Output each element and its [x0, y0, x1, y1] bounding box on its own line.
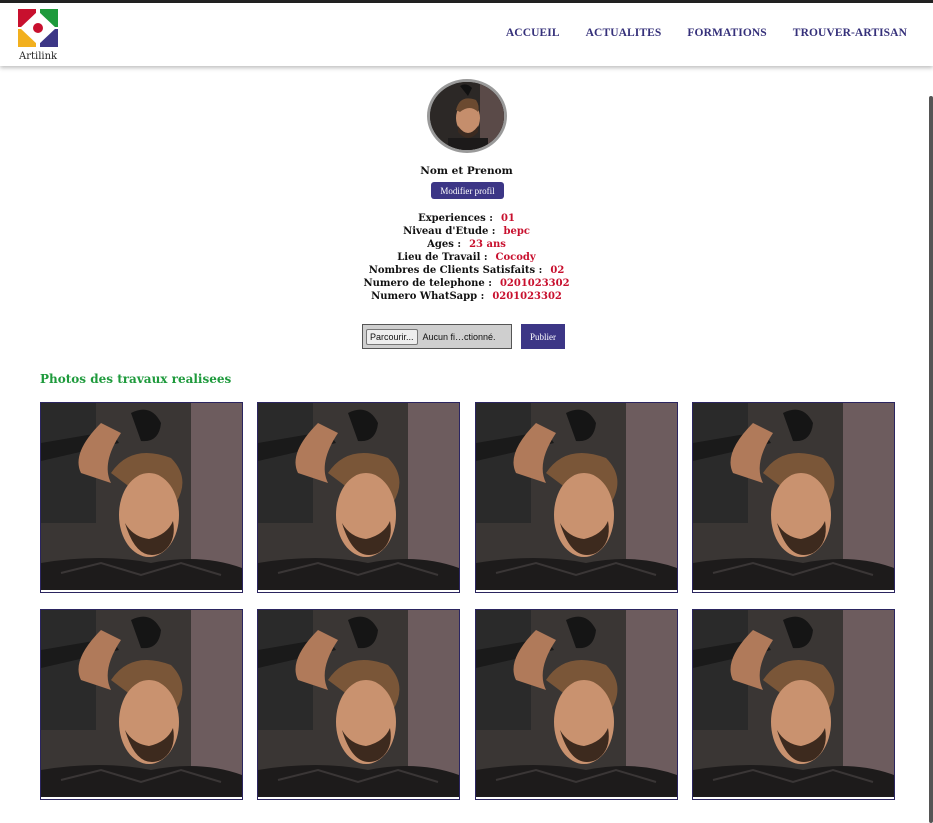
- main-nav: ACCUEIL ACTUALITES FORMATIONS TROUVER-AR…: [506, 27, 907, 39]
- info-row-whatsapp: Numero WhatSapp :0201023302: [371, 291, 562, 302]
- gallery-photo[interactable]: [40, 402, 243, 593]
- info-row-telephone: Numero de telephone :0201023302: [363, 278, 570, 289]
- file-input[interactable]: Parcourir... Aucun fi…ctionné.: [362, 324, 512, 349]
- info-row-experiences: Experiences :01: [418, 213, 515, 224]
- brand-name: Artilink: [19, 51, 58, 62]
- gallery-photo[interactable]: [475, 609, 678, 800]
- gallery-photo[interactable]: [475, 402, 678, 593]
- edit-profile-button[interactable]: Modifier profil: [431, 182, 504, 199]
- artilink-logo[interactable]: Artilink: [16, 7, 60, 65]
- info-row-lieu-travail: Lieu de Travail : Cocody: [397, 252, 536, 263]
- gallery-photo[interactable]: [257, 402, 460, 593]
- page-scrollbar[interactable]: [929, 96, 933, 823]
- info-row-clients: Nombres de Clients Satisfaits :02: [368, 265, 565, 276]
- publish-button[interactable]: Publier: [521, 324, 565, 349]
- browse-button[interactable]: Parcourir...: [366, 328, 418, 345]
- file-status: Aucun fi…ctionné.: [422, 331, 496, 342]
- profile-info: Experiences :01 Niveau d'Etude : bepc Age…: [0, 212, 933, 303]
- nav-actualites[interactable]: ACTUALITES: [586, 27, 662, 39]
- profile-name: Nom et Prenom: [420, 165, 513, 177]
- nav-formations[interactable]: FORMATIONS: [687, 27, 766, 39]
- gallery-photo[interactable]: [692, 609, 895, 800]
- gallery-photo[interactable]: [692, 402, 895, 593]
- nav-accueil[interactable]: ACCUEIL: [506, 27, 560, 39]
- gallery-photo[interactable]: [40, 609, 243, 800]
- artilink-logo-icon: [18, 9, 58, 47]
- gallery-photo[interactable]: [257, 609, 460, 800]
- header: Artilink ACCUEIL ACTUALITES FORMATIONS T…: [0, 3, 933, 66]
- info-row-niveau-etude: Niveau d'Etude : bepc: [403, 226, 530, 237]
- nav-trouver-artisan[interactable]: TROUVER-ARTISAN: [793, 27, 907, 39]
- info-row-ages: Ages :23 ans: [427, 239, 506, 250]
- profile-avatar: [427, 79, 507, 153]
- gallery-title: Photos des travaux realisees: [40, 372, 232, 386]
